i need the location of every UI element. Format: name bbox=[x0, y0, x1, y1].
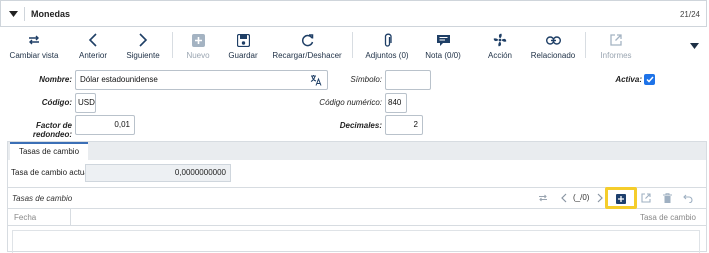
attachments-button[interactable]: Adjuntos (0) bbox=[360, 28, 414, 64]
switch-view-icon bbox=[29, 35, 39, 45]
undo-icon bbox=[683, 194, 693, 203]
external-report-icon bbox=[610, 34, 622, 46]
nombre-label: Nombre: bbox=[39, 75, 72, 84]
refresh-icon bbox=[301, 33, 313, 46]
grid-open-record-button[interactable] bbox=[641, 192, 651, 204]
tab-strip: Tasas de cambio bbox=[8, 142, 706, 160]
plus-icon bbox=[618, 196, 624, 202]
grid-column-header: Fecha Tasa de cambio bbox=[8, 209, 706, 226]
switch-view-button[interactable]: Cambiar vista bbox=[3, 28, 65, 64]
save-button[interactable]: Guardar bbox=[224, 28, 262, 64]
toolbar-divider bbox=[172, 32, 173, 58]
new-button[interactable]: Nuevo bbox=[180, 28, 216, 64]
chevron-left-icon bbox=[561, 193, 567, 203]
window-title: Monedas bbox=[31, 9, 71, 19]
chevron-left-icon bbox=[88, 33, 97, 47]
link-icon bbox=[545, 35, 561, 45]
reload-undo-button[interactable]: Recargar/Deshacer bbox=[270, 28, 344, 64]
save-icon bbox=[236, 33, 250, 47]
activa-label: Activa: bbox=[615, 75, 642, 84]
factor-redondeo-field[interactable]: 0,01 bbox=[75, 115, 135, 135]
grid-previous-button[interactable] bbox=[561, 192, 567, 204]
external-link-icon bbox=[641, 193, 651, 203]
simbolo-label: Símbolo: bbox=[350, 75, 382, 84]
column-header-fecha[interactable]: Fecha bbox=[14, 213, 36, 222]
current-rate-value: 0,0000000000 bbox=[85, 164, 231, 182]
codigo-numerico-label: Código numérico: bbox=[319, 98, 382, 107]
grid-pager: (_/0) bbox=[573, 193, 590, 202]
plus-square-icon bbox=[191, 33, 205, 47]
decimales-field[interactable]: 2 bbox=[385, 115, 423, 135]
caret-down-icon bbox=[8, 11, 18, 17]
grid-body bbox=[12, 230, 700, 253]
simbolo-field[interactable] bbox=[385, 70, 431, 90]
trash-icon bbox=[663, 193, 672, 203]
record-counter: 21/24 bbox=[679, 10, 700, 19]
toolbar-divider bbox=[585, 32, 586, 58]
tab-tasas-de-cambio[interactable]: Tasas de cambio bbox=[10, 142, 88, 160]
grid-toolbar: Tasas de cambio (_/0) bbox=[8, 187, 706, 209]
fan-icon bbox=[493, 33, 507, 47]
reports-button[interactable]: Informes bbox=[596, 28, 636, 64]
translate-icon[interactable] bbox=[310, 74, 322, 86]
grid-next-button[interactable] bbox=[597, 192, 603, 204]
column-divider bbox=[70, 209, 71, 226]
more-options-button[interactable] bbox=[690, 42, 699, 51]
chevron-right-icon bbox=[597, 193, 603, 203]
column-header-tasa-de-cambio[interactable]: Tasa de cambio bbox=[640, 213, 696, 222]
current-rate-label: Tasa de cambio actual: bbox=[11, 168, 93, 177]
caret-down-icon bbox=[690, 43, 699, 49]
grid-delete-button[interactable] bbox=[663, 192, 672, 204]
grid-new-row-highlight bbox=[605, 187, 637, 209]
grid-switch-view-button[interactable] bbox=[538, 192, 548, 204]
decimales-label: Decimales: bbox=[339, 121, 382, 130]
previous-button[interactable]: Anterior bbox=[72, 28, 114, 64]
tab-panel: Tasas de cambio Tasa de cambio actual: 0… bbox=[7, 141, 707, 253]
next-button[interactable]: Siguiente bbox=[120, 28, 166, 64]
chevron-right-icon bbox=[139, 33, 148, 47]
note-icon bbox=[436, 34, 450, 46]
grid-title: Tasas de cambio bbox=[12, 194, 73, 203]
factor-redondeo-label: Factor de redondeo: bbox=[32, 121, 72, 139]
grid-new-row-button[interactable] bbox=[616, 194, 626, 204]
notes-button[interactable]: Nota (0/0) bbox=[420, 28, 466, 64]
related-button[interactable]: Relacionado bbox=[528, 28, 578, 64]
switch-view-icon bbox=[539, 194, 547, 202]
grid-undo-button[interactable] bbox=[683, 192, 693, 204]
window-title-bar: Monedas 21/24 bbox=[0, 0, 707, 27]
toolbar-divider bbox=[352, 32, 353, 58]
main-toolbar: Cambiar vista Anterior Siguiente Nuevo G… bbox=[0, 28, 709, 64]
collapse-toggle-button[interactable] bbox=[6, 7, 25, 21]
checkmark-icon bbox=[645, 76, 654, 83]
codigo-field[interactable]: USD bbox=[75, 93, 96, 113]
codigo-numerico-field[interactable]: 840 bbox=[385, 93, 407, 113]
nombre-field[interactable]: Dólar estadounidense bbox=[75, 70, 328, 90]
codigo-label: Código: bbox=[41, 98, 72, 107]
activa-checkbox[interactable] bbox=[644, 74, 655, 85]
action-button[interactable]: Acción bbox=[478, 28, 522, 64]
paperclip-icon bbox=[384, 33, 392, 47]
